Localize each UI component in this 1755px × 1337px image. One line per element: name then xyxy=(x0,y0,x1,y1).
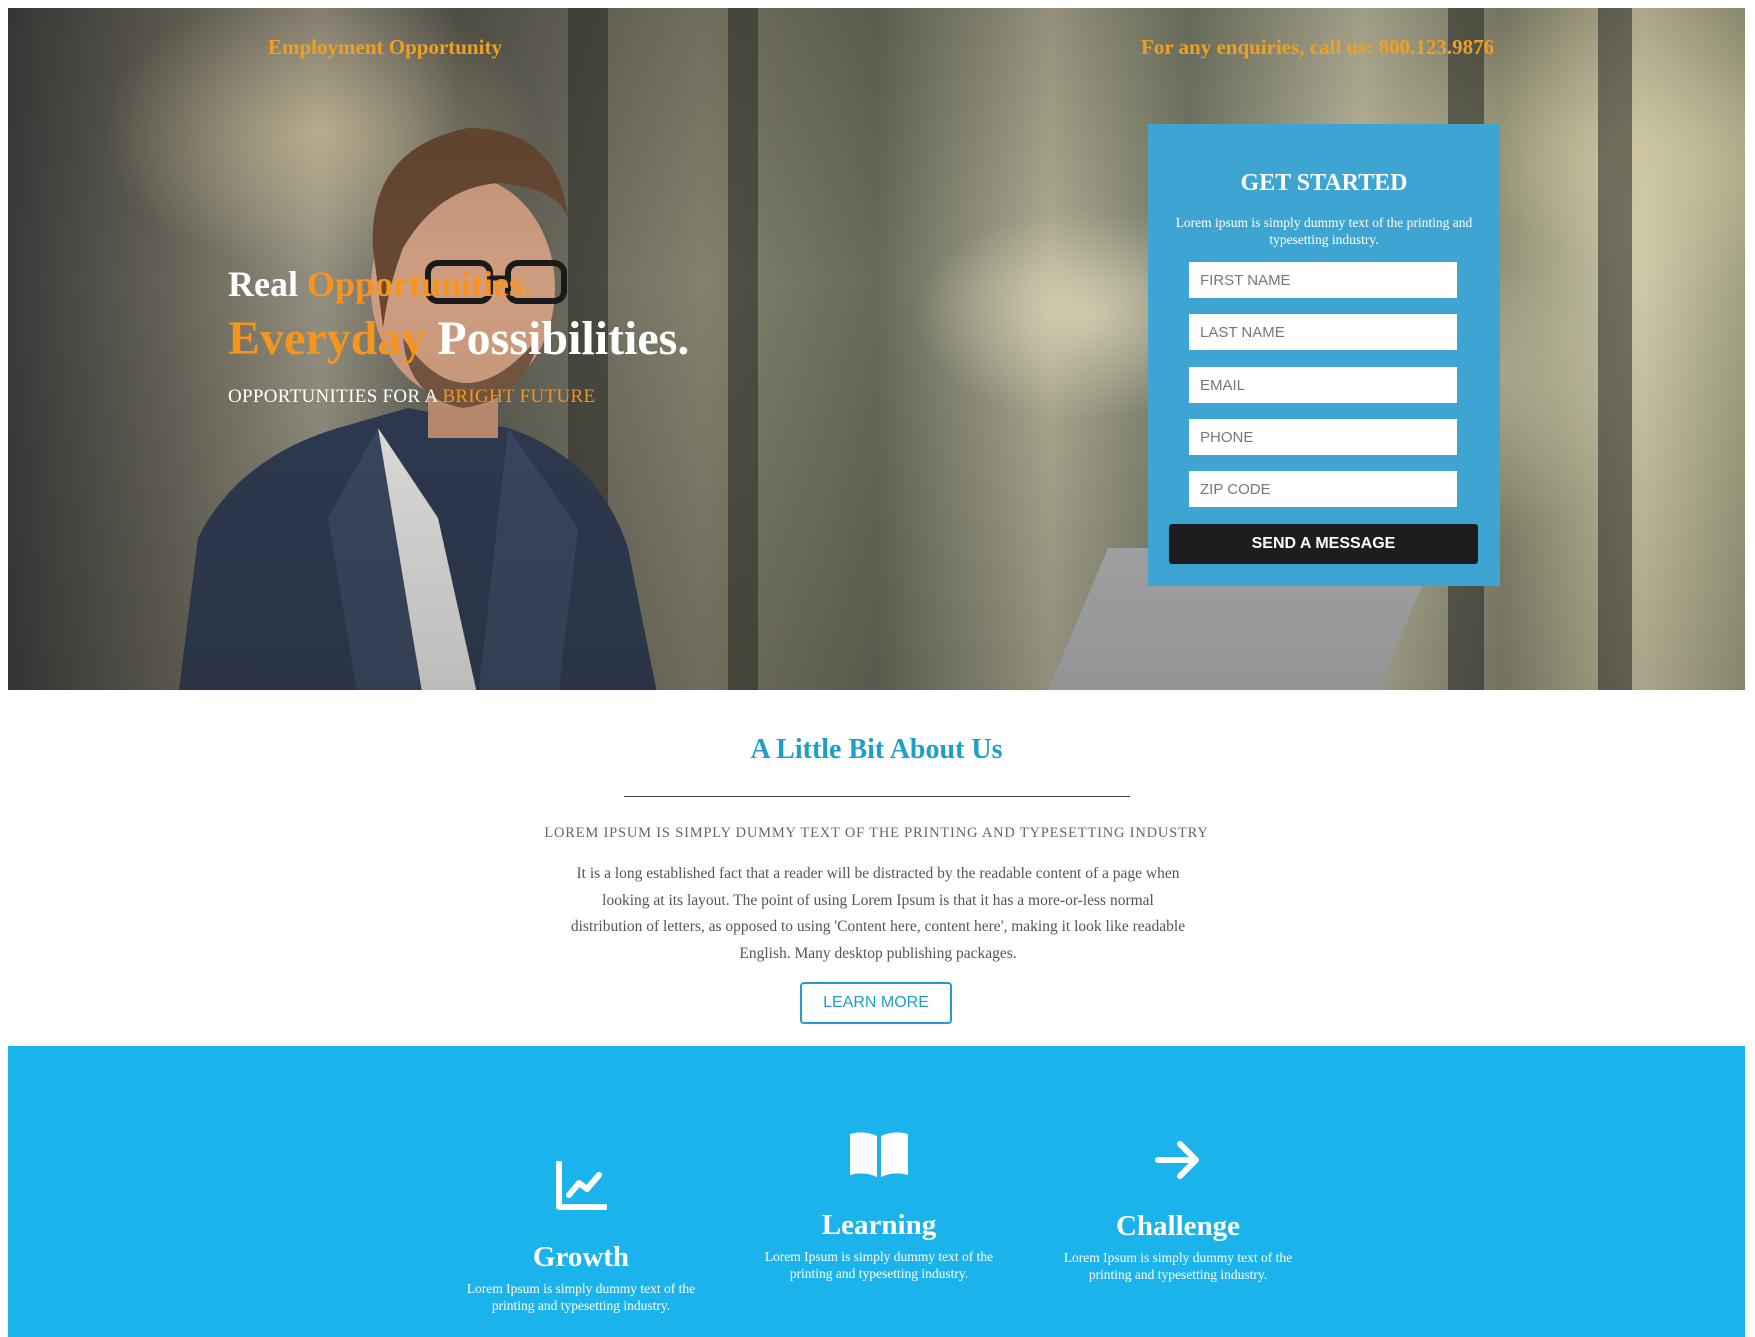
email-field[interactable] xyxy=(1189,367,1457,403)
feature-growth: Growth Lorem Ipsum is simply dummy text … xyxy=(451,1161,711,1314)
site-title: Employment Opportunity xyxy=(268,35,502,59)
feature-title: Challenge xyxy=(1115,1210,1241,1242)
about-body: It is a long established fact that a rea… xyxy=(570,865,1186,962)
feature-learning: Learning Lorem Ipsum is simply dummy tex… xyxy=(749,1130,1009,1282)
open-book-icon xyxy=(850,1132,908,1177)
about-title: A Little Bit About Us xyxy=(750,734,1003,765)
form-description: Lorem ipsum is simply dummy text of the … xyxy=(1175,215,1473,247)
feature-title: Learning xyxy=(821,1209,937,1241)
contact-phone: For any enquiries, call us: 800.123.9876 xyxy=(1141,35,1495,59)
feature-text: Lorem Ipsum is simply dummy text of the … xyxy=(1063,1250,1293,1282)
phone-field[interactable] xyxy=(1189,419,1457,455)
first-name-field[interactable] xyxy=(1189,262,1457,298)
line-chart-icon xyxy=(556,1161,607,1210)
last-name-field[interactable] xyxy=(1189,314,1457,350)
feature-text: Lorem Ipsum is simply dummy text of the … xyxy=(764,1249,994,1281)
hero-subheading: OPPORTUNITIES FOR A BRIGHT FUTURE xyxy=(228,386,596,407)
get-started-form: GET STARTED Lorem ipsum is simply dummy … xyxy=(1148,124,1500,586)
about-divider xyxy=(624,796,1130,797)
hero-headline-line1: Real Opportunities. xyxy=(228,264,533,304)
send-message-button[interactable]: SEND A MESSAGE xyxy=(1169,524,1478,564)
feature-text: Lorem Ipsum is simply dummy text of the … xyxy=(466,1281,696,1313)
feature-challenge: Challenge Lorem Ipsum is simply dummy te… xyxy=(1048,1140,1308,1283)
arrow-right-icon xyxy=(1155,1141,1199,1179)
learn-more-button[interactable]: LEARN MORE xyxy=(800,982,952,1024)
about-subtitle: LOREM IPSUM IS SIMPLY DUMMY TEXT OF THE … xyxy=(544,825,1209,841)
hero-headline-line2: Everyday Possibilities. xyxy=(228,312,690,365)
zip-code-field[interactable] xyxy=(1189,471,1457,507)
hero-banner: Employment Opportunity For any enquiries… xyxy=(8,8,1745,690)
feature-title: Growth xyxy=(532,1241,630,1273)
features-band: Growth Lorem Ipsum is simply dummy text … xyxy=(8,1046,1745,1337)
form-title: GET STARTED xyxy=(1240,170,1408,196)
